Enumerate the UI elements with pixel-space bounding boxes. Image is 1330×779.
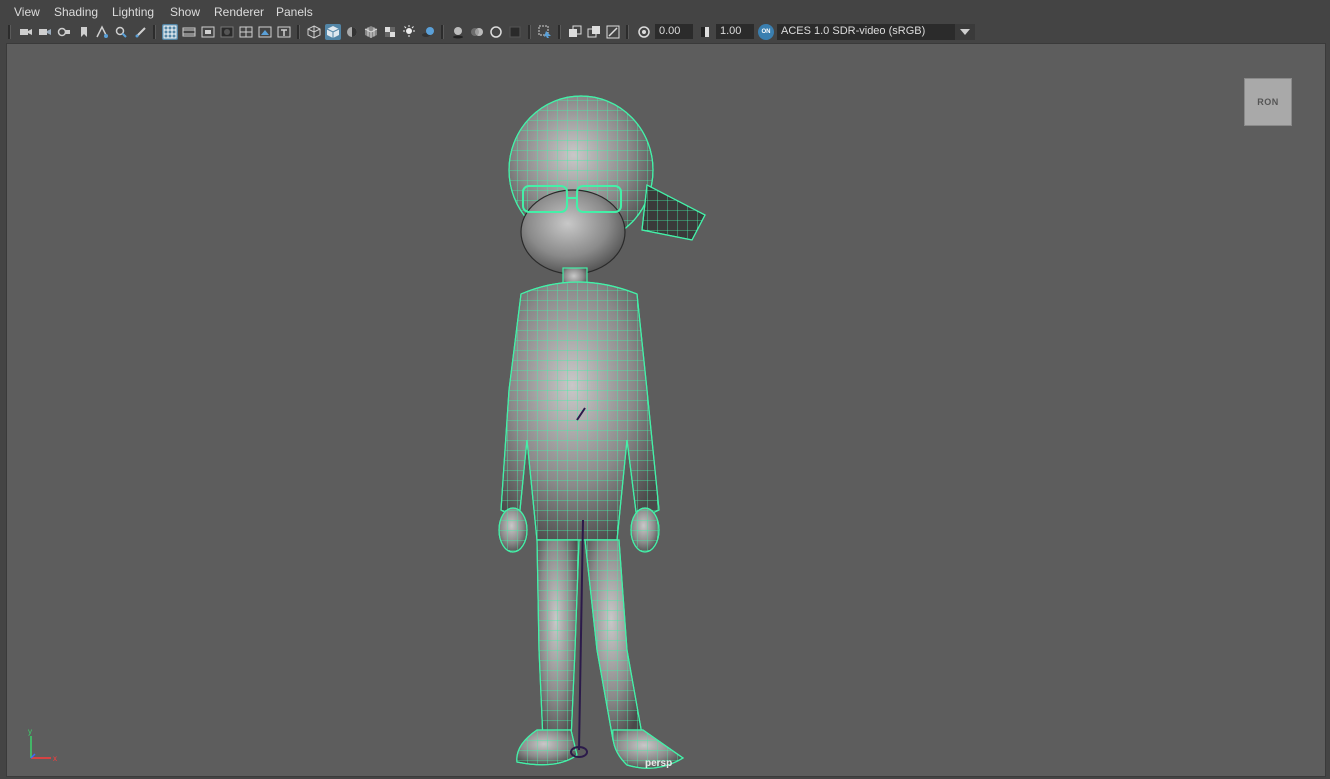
menu-panels[interactable]: Panels [276, 5, 313, 19]
character-wireframe-model[interactable] [487, 90, 727, 777]
toolbar-separator [8, 25, 11, 39]
panel-menu-bar: View Shading Lighting Show Renderer Pane… [0, 0, 1330, 22]
select-camera-icon[interactable] [18, 24, 34, 40]
safe-action-icon[interactable] [257, 24, 273, 40]
menu-shading[interactable]: Shading [54, 5, 98, 19]
shadows-icon[interactable] [420, 24, 436, 40]
toolbar-separator [441, 25, 444, 39]
bookmark-icon[interactable] [76, 24, 92, 40]
textured-icon[interactable] [382, 24, 398, 40]
view-transform-label: ACES 1.0 SDR-video (sRGB) [781, 25, 926, 37]
toolbar-separator [558, 25, 561, 39]
safe-title-icon[interactable] [276, 24, 292, 40]
motion-blur-icon[interactable] [469, 24, 485, 40]
menu-renderer[interactable]: Renderer [214, 5, 264, 19]
toolbar-separator [153, 25, 156, 39]
anti-aliasing-icon[interactable] [488, 24, 504, 40]
view-transform-dropdown[interactable]: ACES 1.0 SDR-video (sRGB) [777, 24, 975, 40]
ambient-occlusion-icon[interactable] [450, 24, 466, 40]
menu-show[interactable]: Show [170, 5, 200, 19]
2d-pan-zoom-icon[interactable] [113, 24, 129, 40]
smooth-shade-icon[interactable] [325, 24, 341, 40]
character-body [498, 95, 706, 769]
xray-components-icon[interactable] [605, 24, 621, 40]
menu-view[interactable]: View [14, 5, 40, 19]
depth-of-field-icon[interactable] [507, 24, 523, 40]
default-material-icon[interactable] [344, 24, 360, 40]
chevron-down-icon[interactable] [955, 24, 975, 40]
film-gate-icon[interactable] [181, 24, 197, 40]
bookmark-camera-icon[interactable] [56, 24, 72, 40]
grid-icon[interactable] [162, 24, 178, 40]
exposure-field[interactable]: 0.00 [655, 24, 693, 39]
resolution-gate-icon[interactable] [200, 24, 216, 40]
axis-gizmo: y x [28, 727, 57, 763]
camera-name-label: persp [645, 758, 673, 769]
panel-toolbar: 0.00 1.00 ON ACES 1.0 SDR-video (sRGB) [0, 22, 1330, 42]
camera-attributes-icon[interactable] [37, 24, 53, 40]
axis-x-label: x [53, 754, 57, 763]
toolbar-separator [528, 25, 531, 39]
light-icon[interactable] [401, 24, 417, 40]
xray-joints-icon[interactable] [586, 24, 602, 40]
toolbar-separator [626, 25, 629, 39]
menu-lighting[interactable]: Lighting [112, 5, 154, 19]
isolate-select-icon[interactable] [537, 24, 553, 40]
gate-mask-icon[interactable] [219, 24, 235, 40]
gamma-icon[interactable] [697, 24, 713, 40]
wireframe-icon[interactable] [306, 24, 322, 40]
field-chart-icon[interactable] [238, 24, 254, 40]
color-management-badge: ON [761, 29, 771, 35]
gamma-field[interactable]: 1.00 [716, 24, 754, 39]
image-plane-icon[interactable] [94, 24, 110, 40]
viewcube-label: RON [1257, 97, 1279, 107]
xray-icon[interactable] [567, 24, 583, 40]
wireframe-on-shaded-icon[interactable] [363, 24, 379, 40]
color-management-toggle[interactable]: ON [758, 24, 774, 40]
toolbar-separator [297, 25, 300, 39]
axis-y-label: y [28, 727, 32, 736]
grease-pencil-icon[interactable] [133, 24, 149, 40]
exposure-icon[interactable] [636, 24, 652, 40]
viewport-3d[interactable]: RON persp y x [6, 43, 1326, 777]
viewcube[interactable]: RON [1244, 78, 1292, 126]
